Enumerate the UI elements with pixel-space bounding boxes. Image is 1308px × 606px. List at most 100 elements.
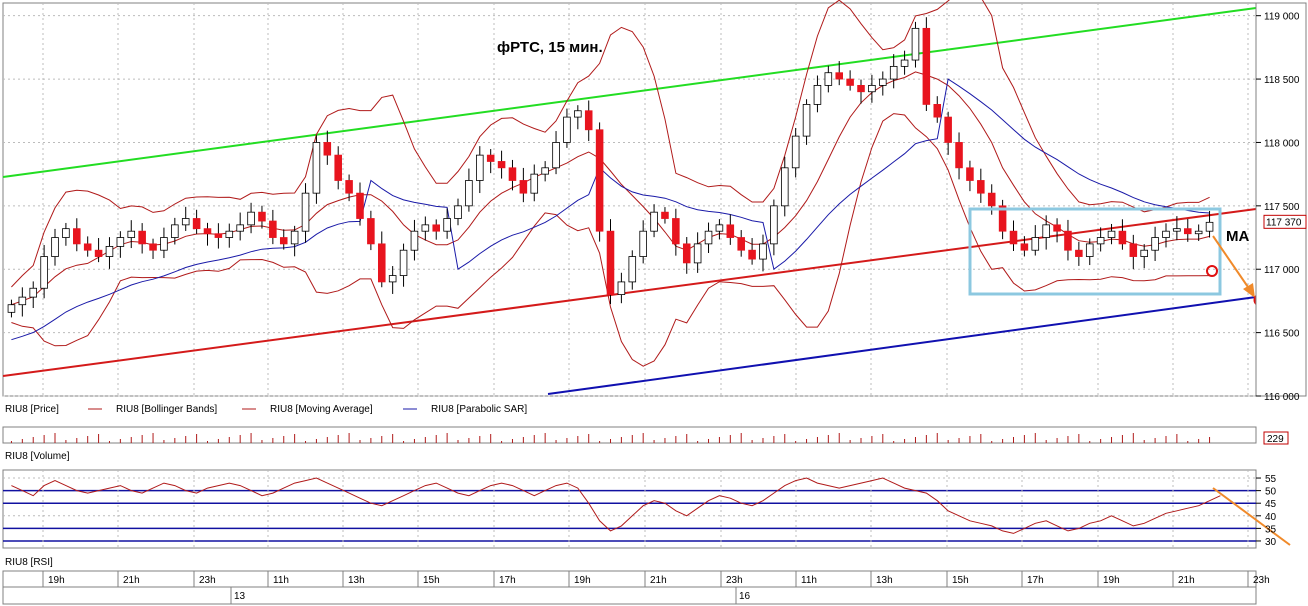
candle-body	[171, 224, 179, 238]
candle-body	[1107, 230, 1116, 238]
candle-body	[1173, 228, 1181, 232]
y-tick-label: 118 500	[1264, 75, 1300, 86]
candle-body	[7, 304, 16, 313]
legend-bollinger: RIU8 [Bollinger Bands]	[116, 404, 217, 415]
hour-label: 17h	[499, 575, 516, 586]
candle-body	[345, 180, 353, 194]
candle-body	[584, 110, 593, 131]
candle-body	[530, 173, 539, 194]
candle-body	[247, 211, 255, 226]
hour-label: 19h	[574, 575, 591, 586]
y-tick-label: 117 500	[1264, 202, 1300, 213]
candle-body	[214, 233, 223, 238]
candle-body	[748, 249, 756, 260]
candle-body	[879, 78, 887, 86]
candle-body	[312, 142, 321, 194]
candle-body	[650, 211, 658, 232]
candle-body	[780, 167, 789, 207]
candle-body	[1064, 230, 1072, 251]
candle-body	[203, 228, 212, 235]
rsi-axis: 55 5045 4035 30	[1256, 474, 1277, 548]
y-tick-label: 117 000	[1264, 265, 1300, 276]
candle-body	[868, 85, 876, 93]
rsi-tick-label: 50	[1265, 487, 1277, 498]
candle-body	[977, 180, 985, 194]
candle-body	[835, 72, 844, 80]
last-price-marker: 117 370	[1263, 214, 1307, 229]
candle-body	[160, 237, 168, 251]
candle-body	[269, 220, 277, 238]
candle-body	[508, 167, 517, 181]
candle-body	[661, 211, 669, 219]
candle-body	[682, 243, 691, 264]
candle-body	[18, 296, 27, 306]
candle-body	[1194, 230, 1203, 235]
candle-body	[388, 275, 397, 283]
candle-body	[465, 180, 473, 207]
hour-label: 21h	[1178, 575, 1195, 586]
candle-body	[857, 85, 865, 93]
candle-body	[759, 243, 767, 260]
hour-label: 19h	[48, 575, 65, 586]
candle-body	[900, 59, 909, 67]
candle-body	[606, 230, 615, 295]
ma-label: MA	[1226, 228, 1249, 245]
candle-body	[51, 237, 59, 257]
candle-body	[1140, 249, 1148, 257]
candle-body	[672, 218, 680, 245]
candle-body	[258, 211, 266, 222]
hour-label: 13h	[876, 575, 893, 586]
candle-body	[1129, 243, 1138, 257]
candle-body	[846, 78, 854, 86]
candle-body	[552, 142, 560, 169]
candle-body	[29, 287, 38, 298]
candle-body	[1053, 224, 1061, 232]
hour-label: 11h	[273, 575, 289, 586]
rsi-tick-label: 40	[1265, 512, 1277, 523]
hour-label: 23h	[726, 575, 743, 586]
hour-label: 11h	[801, 575, 817, 586]
volume-last-value: 229	[1267, 434, 1284, 445]
candle-body	[443, 218, 451, 232]
candle-body	[181, 218, 190, 226]
y-tick-label: 116 500	[1264, 329, 1300, 340]
hour-label: 23h	[1253, 575, 1270, 586]
volume-label: RIU8 [Volume]	[5, 451, 70, 462]
candle-body	[1162, 230, 1170, 238]
candle-body	[192, 218, 201, 230]
candle-body	[62, 228, 70, 238]
candle-body	[1042, 224, 1050, 238]
candle-body	[944, 116, 952, 143]
candle-body	[519, 180, 528, 194]
candle-body	[1009, 230, 1018, 245]
candle-body	[40, 256, 48, 289]
legend: RIU8 [Price] RIU8 [Bollinger Bands] RIU8…	[5, 404, 527, 415]
price-panel	[2, 2, 1257, 397]
candle-body	[1118, 230, 1127, 245]
candle-body	[1085, 243, 1094, 257]
candle-body	[933, 104, 942, 118]
candle-body	[574, 110, 582, 118]
hour-label: 21h	[650, 575, 667, 586]
candle-body	[966, 167, 974, 181]
candle-body	[1075, 249, 1083, 257]
hour-label: 21h	[123, 575, 140, 586]
candle-body	[73, 228, 81, 245]
candle-body	[922, 27, 931, 105]
candle-body	[225, 230, 234, 238]
candle-body	[1020, 243, 1029, 251]
candle-body	[617, 281, 626, 295]
candle-body	[497, 161, 506, 169]
candle-body	[127, 230, 136, 238]
candle-body	[432, 224, 441, 232]
candle-body	[704, 230, 713, 245]
candle-body	[1151, 237, 1159, 251]
candle-body	[476, 154, 484, 181]
candle-body	[813, 85, 822, 105]
day-label: 16	[739, 591, 751, 602]
legend-parabolic-sar: RIU8 [Parabolic SAR]	[431, 404, 527, 415]
hour-label: 15h	[423, 575, 440, 586]
candle-body	[911, 27, 920, 61]
y-tick-label: 116 000	[1264, 392, 1300, 403]
hour-label: 19h	[1103, 575, 1120, 586]
